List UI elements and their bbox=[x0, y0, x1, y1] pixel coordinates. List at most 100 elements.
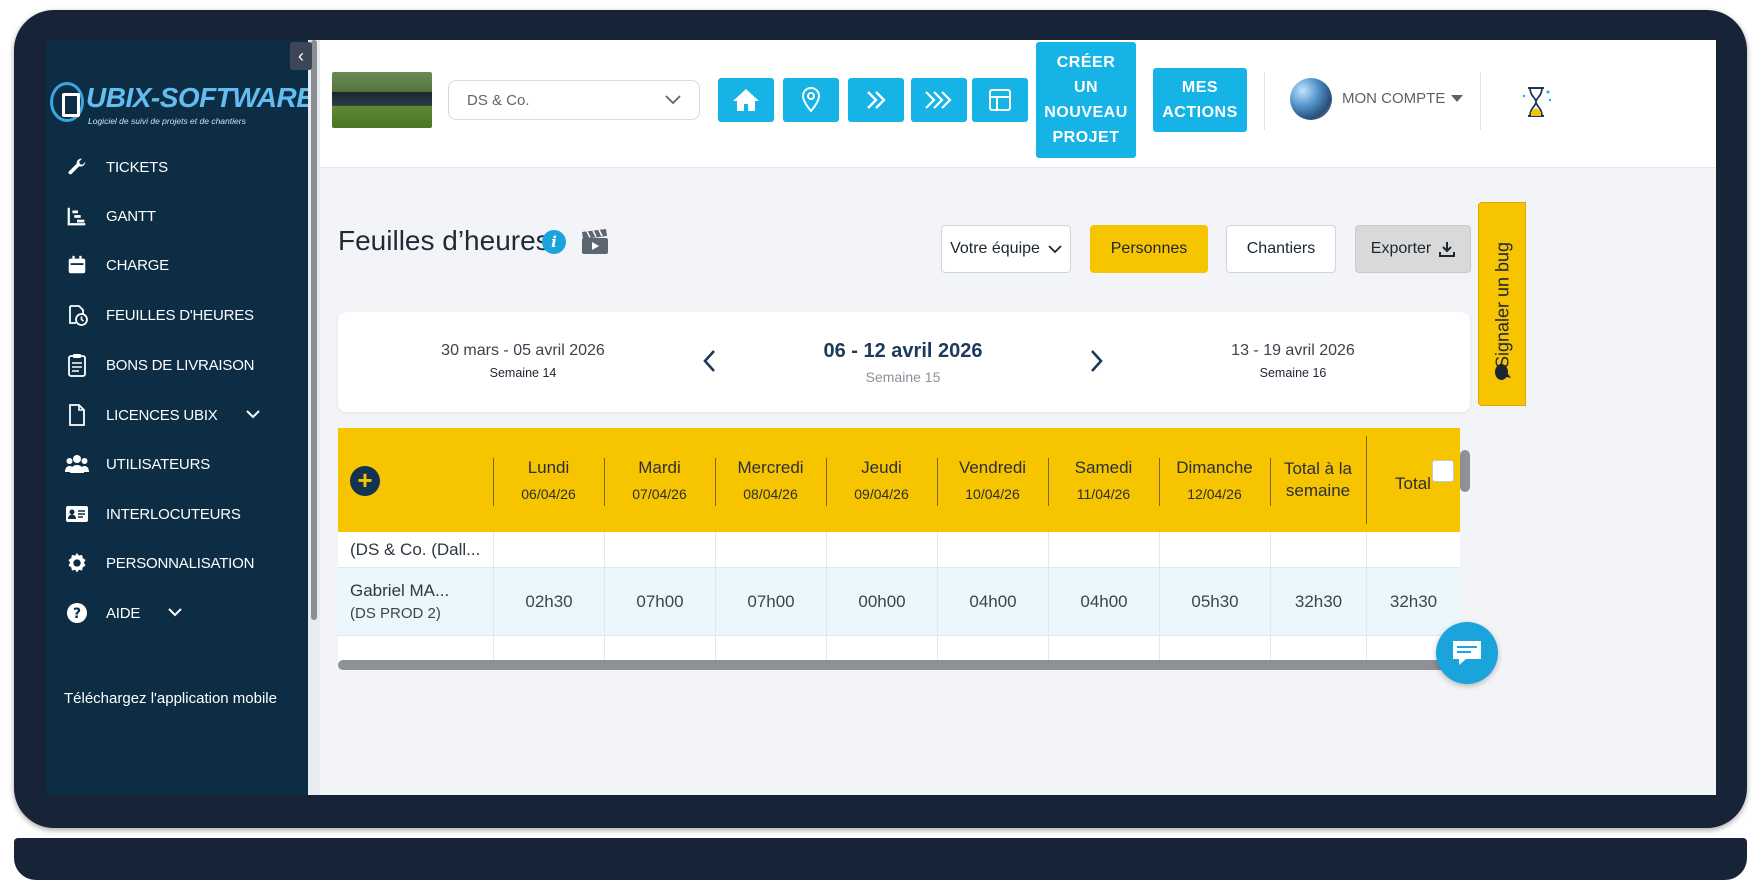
previous-week-arrow-icon[interactable] bbox=[698, 346, 722, 376]
hours-cell[interactable] bbox=[1048, 532, 1159, 567]
sidebar-item-label: BONS DE LIVRAISON bbox=[106, 356, 255, 374]
sidebar-item-users[interactable]: UTILISATEURS bbox=[64, 447, 294, 481]
sidebar-item-charge[interactable]: CHARGE bbox=[64, 248, 294, 282]
fast-forward-button[interactable] bbox=[911, 78, 967, 122]
hours-cell[interactable] bbox=[937, 532, 1048, 567]
hours-cell[interactable]: 04h00 bbox=[1048, 568, 1159, 635]
sidebar-item-timesheets[interactable]: FEUILLES D'HEURES bbox=[64, 298, 294, 332]
sidebar-item-customization[interactable]: PERSONNALISATION bbox=[64, 546, 294, 580]
account-menu[interactable]: MON COMPTE bbox=[1342, 90, 1464, 107]
sidebar-item-delivery-notes[interactable]: BONS DE LIVRAISON bbox=[64, 348, 294, 382]
sidebar-item-gantt[interactable]: GANTT bbox=[64, 199, 294, 233]
select-all-checkbox[interactable] bbox=[1432, 460, 1454, 482]
export-button[interactable]: Exporter bbox=[1355, 225, 1471, 273]
table-row[interactable]: (DS & Co. (Dall... bbox=[338, 532, 1460, 568]
sidebar-item-tickets[interactable]: TICKETS bbox=[64, 150, 294, 184]
week-total-cell: 32h30 bbox=[1270, 568, 1366, 635]
svg-text:?: ? bbox=[73, 606, 81, 622]
sidebar-item-label: FEUILLES D'HEURES bbox=[106, 306, 254, 324]
grid-icon bbox=[989, 89, 1011, 111]
laptop-base bbox=[14, 838, 1747, 880]
previous-week-range: 30 mars - 05 avril 2026 bbox=[441, 342, 605, 359]
column-header-week-total: Total à la semaine bbox=[1283, 459, 1353, 500]
sidebar-item-label: GANTT bbox=[106, 207, 156, 225]
next-step-button[interactable] bbox=[848, 78, 904, 122]
current-week-range: 06 - 12 avril 2026 bbox=[823, 340, 983, 362]
video-clapper-icon[interactable] bbox=[580, 227, 610, 257]
speech-bubble-icon bbox=[1495, 364, 1511, 380]
home-button[interactable] bbox=[718, 78, 774, 122]
top-header: DS & Co. CRÉER UN NOUVEAU PROJET MES ACT… bbox=[320, 40, 1716, 168]
chevron-left-icon: ‹ bbox=[298, 46, 304, 66]
brand-logo[interactable]: UBIX-SOFTWARE Logiciel de suivi de proje… bbox=[50, 78, 315, 128]
gear-icon bbox=[64, 550, 90, 576]
project-select-value: DS & Co. bbox=[467, 91, 530, 109]
export-label: Exporter bbox=[1370, 240, 1432, 257]
previous-week[interactable]: 30 mars - 05 avril 2026 Semaine 14 bbox=[398, 342, 648, 380]
sidebar-item-help[interactable]: ? AIDE bbox=[64, 596, 294, 630]
brand-name: UBIX-SOFTWARE bbox=[86, 82, 315, 113]
hourglass-icon[interactable] bbox=[1516, 82, 1556, 122]
add-row-button[interactable]: + bbox=[350, 466, 380, 496]
report-bug-tab[interactable]: Signaler un bug bbox=[1478, 202, 1526, 406]
avatar[interactable] bbox=[1290, 78, 1332, 120]
create-project-button[interactable]: CRÉER UN NOUVEAU PROJET bbox=[1036, 42, 1136, 158]
double-chevron-right-icon bbox=[867, 91, 886, 109]
sidebar-item-licenses[interactable]: LICENCES UBIX bbox=[64, 398, 294, 432]
sidebar-item-contacts[interactable]: INTERLOCUTEURS bbox=[64, 497, 294, 531]
collapse-sidebar-button[interactable]: ‹ bbox=[290, 42, 312, 70]
help-icon: ? bbox=[64, 600, 90, 626]
hours-cell[interactable]: 02h30 bbox=[493, 568, 604, 635]
hours-cell[interactable]: 05h30 bbox=[1159, 568, 1270, 635]
project-select[interactable]: DS & Co. bbox=[448, 80, 700, 120]
table-vertical-scrollbar[interactable] bbox=[1460, 450, 1470, 492]
chevron-down-icon[interactable] bbox=[245, 406, 260, 424]
sidebar-scrollbar[interactable] bbox=[308, 40, 320, 795]
my-actions-button[interactable]: MES ACTIONS bbox=[1153, 68, 1247, 132]
location-button[interactable] bbox=[783, 78, 839, 122]
persons-tab-button[interactable]: Personnes bbox=[1090, 225, 1208, 273]
app-screen: UBIX-SOFTWARE Logiciel de suivi de proje… bbox=[46, 40, 1716, 795]
hours-cell[interactable]: 04h00 bbox=[937, 568, 1048, 635]
hours-cell[interactable] bbox=[604, 532, 715, 567]
column-header-thursday: Jeudi 09/04/26 bbox=[854, 458, 909, 502]
hours-cell[interactable]: 07h00 bbox=[604, 568, 715, 635]
chevron-down-icon bbox=[1048, 244, 1062, 253]
chat-button[interactable] bbox=[1436, 622, 1498, 684]
current-week-number: Semaine 15 bbox=[865, 369, 941, 385]
hours-cell[interactable] bbox=[493, 532, 604, 567]
table-horizontal-scrollbar[interactable] bbox=[338, 660, 1450, 670]
sidebar-item-label: TICKETS bbox=[106, 158, 168, 176]
next-week-number: Semaine 16 bbox=[1259, 366, 1327, 380]
timesheet-icon bbox=[64, 302, 90, 328]
hours-cell[interactable]: 07h00 bbox=[715, 568, 826, 635]
table-row[interactable]: Gabriel MA... (DS PROD 2) 02h30 07h00 07… bbox=[338, 568, 1460, 636]
download-icon bbox=[1439, 242, 1456, 257]
hours-cell[interactable] bbox=[826, 532, 937, 567]
previous-week-number: Semaine 14 bbox=[489, 366, 557, 380]
info-icon[interactable]: i bbox=[542, 230, 566, 254]
column-header-tuesday: Mardi 07/04/26 bbox=[632, 458, 687, 502]
header-divider bbox=[1480, 72, 1481, 130]
next-week-range: 13 - 19 avril 2026 bbox=[1231, 342, 1355, 359]
logo-mark-icon bbox=[50, 82, 84, 122]
project-thumbnail bbox=[332, 72, 432, 128]
column-header-saturday: Samedi 11/04/26 bbox=[1074, 458, 1133, 502]
sidebar-scrollbar-thumb[interactable] bbox=[311, 40, 317, 620]
account-label: MON COMPTE bbox=[1342, 90, 1446, 107]
sites-tab-button[interactable]: Chantiers bbox=[1226, 225, 1336, 273]
next-week-arrow-icon[interactable] bbox=[1084, 346, 1108, 376]
header-divider bbox=[1264, 72, 1265, 130]
sidebar-item-label: INTERLOCUTEURS bbox=[106, 505, 241, 523]
chevron-down-icon[interactable] bbox=[168, 604, 182, 622]
contact-card-icon bbox=[64, 501, 90, 527]
sidebar-item-label: AIDE bbox=[106, 604, 141, 622]
grid-view-button[interactable] bbox=[972, 78, 1028, 122]
team-select[interactable]: Votre équipe bbox=[941, 225, 1071, 273]
timesheet-table: + Lundi 06/04/26 Mardi 07/04/26 Mercredi… bbox=[338, 428, 1460, 668]
next-week[interactable]: 13 - 19 avril 2026 Semaine 16 bbox=[1168, 342, 1418, 380]
hours-cell[interactable]: 00h00 bbox=[826, 568, 937, 635]
mobile-app-link[interactable]: Téléchargez l'application mobile bbox=[64, 690, 277, 707]
hours-cell[interactable] bbox=[1159, 532, 1270, 567]
hours-cell[interactable] bbox=[715, 532, 826, 567]
